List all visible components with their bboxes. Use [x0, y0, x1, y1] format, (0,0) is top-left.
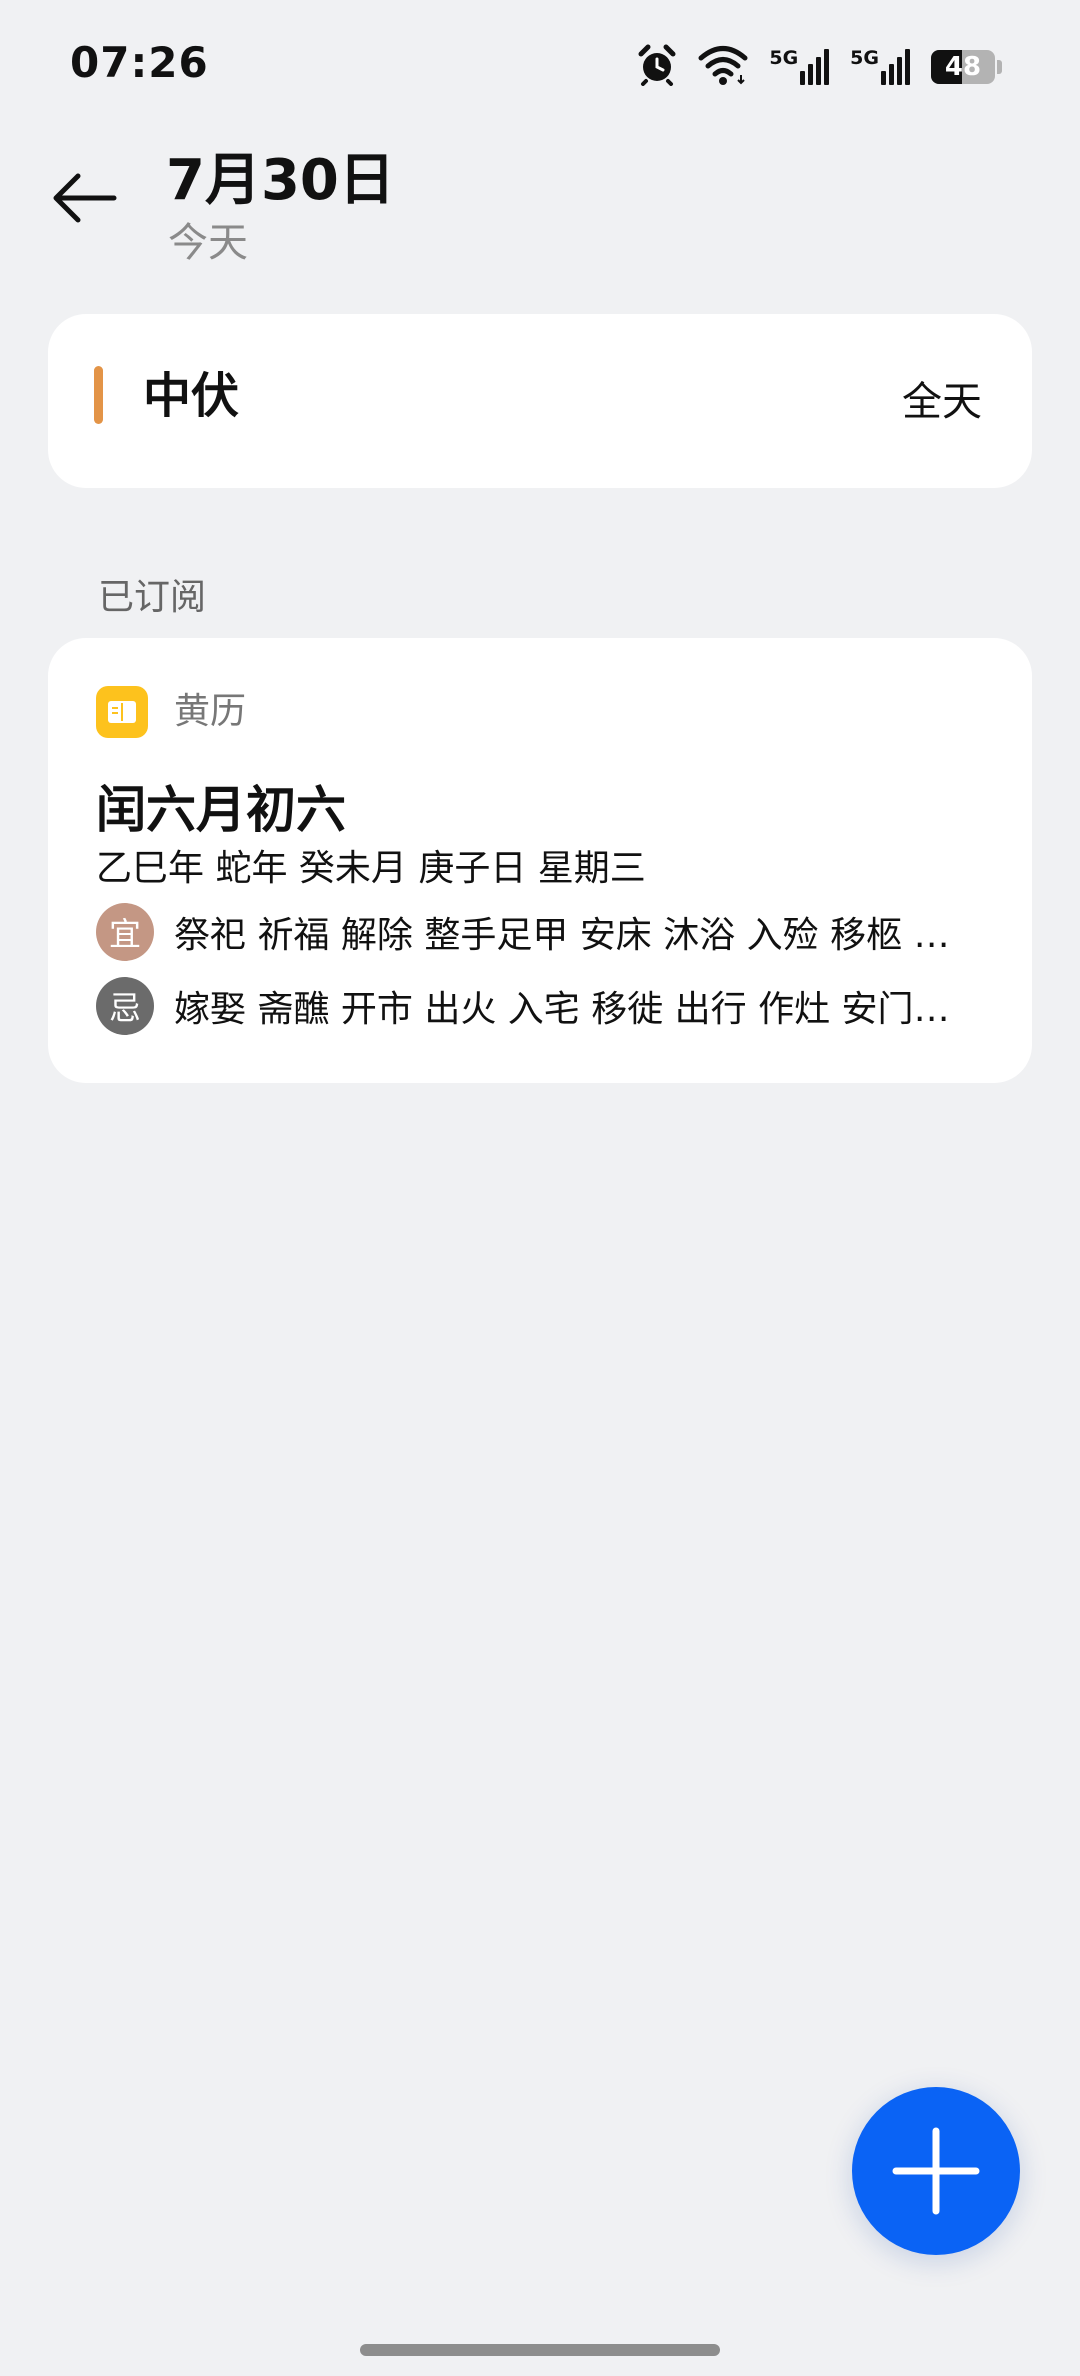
wifi-icon — [697, 45, 749, 89]
almanac-card[interactable]: 黄历 闰六月初六 乙巳年 蛇年 癸未月 庚子日 星期三 宜 祭祀 祈福 解除 整… — [48, 638, 1032, 1083]
status-time: 07:26 — [70, 38, 209, 87]
avoid-items: 嫁娶 斋醮 开市 出火 入宅 移徙 出行 作灶 安门 伐木 — [174, 989, 954, 1030]
almanac-book-icon — [96, 686, 148, 738]
add-event-button[interactable] — [852, 2087, 1020, 2255]
battery-level: 48 — [944, 52, 982, 82]
section-label-subscribed: 已订阅 — [98, 577, 207, 618]
ganzhi-date: 乙巳年 蛇年 癸未月 庚子日 星期三 — [96, 848, 646, 889]
event-time: 全天 — [902, 379, 982, 425]
cellular-signal-1: 5G — [769, 49, 830, 85]
suitable-badge: 宜 — [96, 903, 154, 961]
battery-cap — [997, 60, 1002, 74]
plus-icon — [892, 2127, 980, 2215]
avoid-badge: 忌 — [96, 977, 154, 1035]
network-type-2: 5G — [850, 47, 879, 69]
suitable-items: 祭祀 祈福 解除 整手足甲 安床 沐浴 入殓 移柩 破… — [174, 915, 954, 956]
event-color-bar — [94, 366, 103, 424]
status-icons: 5G 5G 48 — [637, 42, 1002, 92]
cellular-signal-2: 5G — [850, 49, 911, 85]
page-subtitle: 今天 — [168, 220, 248, 266]
home-indicator[interactable] — [360, 2344, 720, 2356]
signal-bars-icon — [800, 49, 830, 85]
signal-bars-icon — [881, 49, 910, 85]
avoid-row: 忌 嫁娶 斋醮 开市 出火 入宅 移徙 出行 作灶 安门 伐木 — [96, 976, 996, 1036]
battery-icon: 48 — [931, 50, 995, 84]
event-card[interactable]: 中伏 全天 — [48, 314, 1032, 488]
back-button[interactable] — [40, 158, 130, 238]
status-bar: 07:26 5G 5G 48 — [0, 0, 1080, 130]
network-type-1: 5G — [769, 47, 799, 69]
lunar-date: 闰六月初六 — [96, 781, 346, 839]
event-title: 中伏 — [143, 368, 240, 424]
almanac-name: 黄历 — [174, 691, 247, 732]
back-arrow-icon — [53, 173, 117, 223]
suitable-row: 宜 祭祀 祈福 解除 整手足甲 安床 沐浴 入殓 移柩 破… — [96, 902, 996, 962]
alarm-icon — [637, 44, 677, 90]
screen: 07:26 5G 5G 48 7月30日 今天 中伏 全天 已订阅 黄历 闰六月… — [0, 0, 1080, 2376]
page-title: 7月30日 — [166, 148, 395, 213]
